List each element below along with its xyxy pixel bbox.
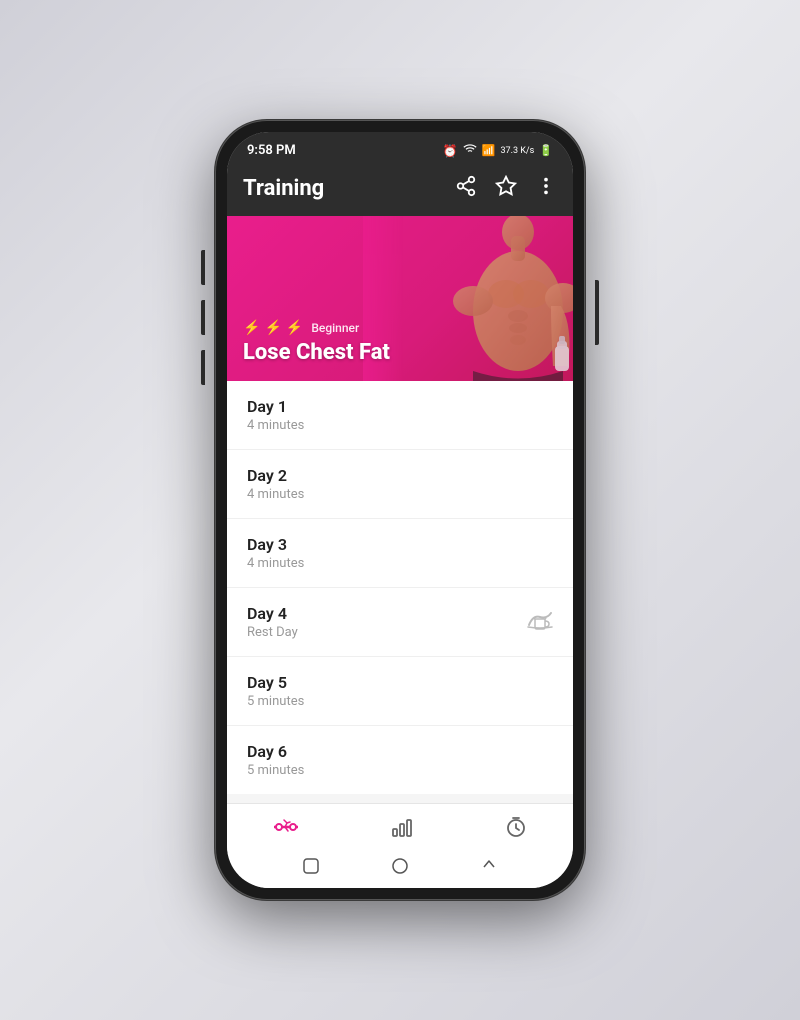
- day-item-5[interactable]: Day 5 5 minutes: [227, 657, 573, 726]
- day-sub-4: Rest Day: [247, 625, 298, 640]
- nav-bar: Training: [227, 165, 573, 216]
- day-item-6[interactable]: Day 6 5 minutes: [227, 726, 573, 794]
- alarm-icon: ⏰: [443, 144, 458, 158]
- day-name-6: Day 6: [247, 742, 304, 761]
- day-name-4: Day 4: [247, 604, 298, 623]
- day-name-1: Day 1: [247, 397, 304, 416]
- square-icon: [302, 857, 320, 875]
- triangle-icon: [480, 857, 498, 875]
- hero-image: [363, 216, 573, 381]
- bottom-nav: [227, 803, 573, 848]
- day-item-3[interactable]: Day 3 4 minutes: [227, 519, 573, 588]
- stats-icon: [391, 816, 413, 838]
- day-sub-1: 4 minutes: [247, 418, 304, 433]
- share-button[interactable]: [455, 175, 477, 202]
- workout-icon: [273, 816, 299, 838]
- nav-title: Training: [243, 176, 324, 201]
- main-content[interactable]: ⚡ ⚡ ⚡ Beginner Lose Chest Fat: [227, 216, 573, 803]
- speed-text: 37.3 K/s: [501, 146, 535, 156]
- hero-title: Lose Chest Fat: [243, 340, 390, 365]
- hero-level: Beginner: [311, 321, 359, 335]
- bolt-icon-1: ⚡: [243, 320, 260, 336]
- phone-frame: 9:58 PM ⏰ 📶 37.3 K/s 🔋 Training: [215, 120, 585, 900]
- day-sub-3: 4 minutes: [247, 556, 304, 571]
- status-bar: 9:58 PM ⏰ 📶 37.3 K/s 🔋: [227, 132, 573, 165]
- android-home-btn[interactable]: [390, 856, 410, 876]
- day-sub-6: 5 minutes: [247, 763, 304, 778]
- nav-timer[interactable]: [485, 812, 547, 842]
- android-nav: [227, 848, 573, 888]
- status-icons: ⏰ 📶 37.3 K/s 🔋: [443, 142, 553, 159]
- bolt-icon-3: ⚡: [286, 320, 303, 336]
- day-sub-5: 5 minutes: [247, 694, 304, 709]
- day-item-4[interactable]: Day 4 Rest Day: [227, 588, 573, 657]
- signal-icon: 📶: [482, 144, 496, 157]
- day-name-3: Day 3: [247, 535, 304, 554]
- day-item-2[interactable]: Day 2 4 minutes: [227, 450, 573, 519]
- nav-workout[interactable]: [253, 812, 319, 842]
- bolt-icon-2: ⚡: [264, 320, 281, 336]
- android-back-btn[interactable]: [301, 856, 321, 876]
- day-info-6: Day 6 5 minutes: [247, 742, 304, 778]
- phone-screen: 9:58 PM ⏰ 📶 37.3 K/s 🔋 Training: [227, 132, 573, 888]
- day-name-5: Day 5: [247, 673, 304, 692]
- day-info-3: Day 3 4 minutes: [247, 535, 304, 571]
- battery-icon: 🔋: [539, 144, 553, 157]
- nav-actions: [455, 175, 557, 202]
- day-info-4: Day 4 Rest Day: [247, 604, 298, 640]
- hero-content: ⚡ ⚡ ⚡ Beginner Lose Chest Fat: [243, 320, 390, 365]
- hero-banner[interactable]: ⚡ ⚡ ⚡ Beginner Lose Chest Fat: [227, 216, 573, 381]
- timer-icon: [505, 816, 527, 838]
- day-name-2: Day 2: [247, 466, 304, 485]
- bookmark-button[interactable]: [495, 175, 517, 202]
- day-info-1: Day 1 4 minutes: [247, 397, 304, 433]
- rest-day-icon: [527, 609, 553, 636]
- wifi-icon: [463, 142, 477, 159]
- day-item-1[interactable]: Day 1 4 minutes: [227, 381, 573, 450]
- android-recent-btn[interactable]: [479, 856, 499, 876]
- day-sub-2: 4 minutes: [247, 487, 304, 502]
- day-info-2: Day 2 4 minutes: [247, 466, 304, 502]
- hero-badges: ⚡ ⚡ ⚡ Beginner: [243, 320, 390, 336]
- nav-stats[interactable]: [371, 812, 433, 842]
- circle-icon: [391, 857, 409, 875]
- more-button[interactable]: [535, 175, 557, 202]
- day-info-5: Day 5 5 minutes: [247, 673, 304, 709]
- day-list: Day 1 4 minutes Day 2 4 minutes Day 3 4 …: [227, 381, 573, 794]
- status-time: 9:58 PM: [247, 143, 296, 158]
